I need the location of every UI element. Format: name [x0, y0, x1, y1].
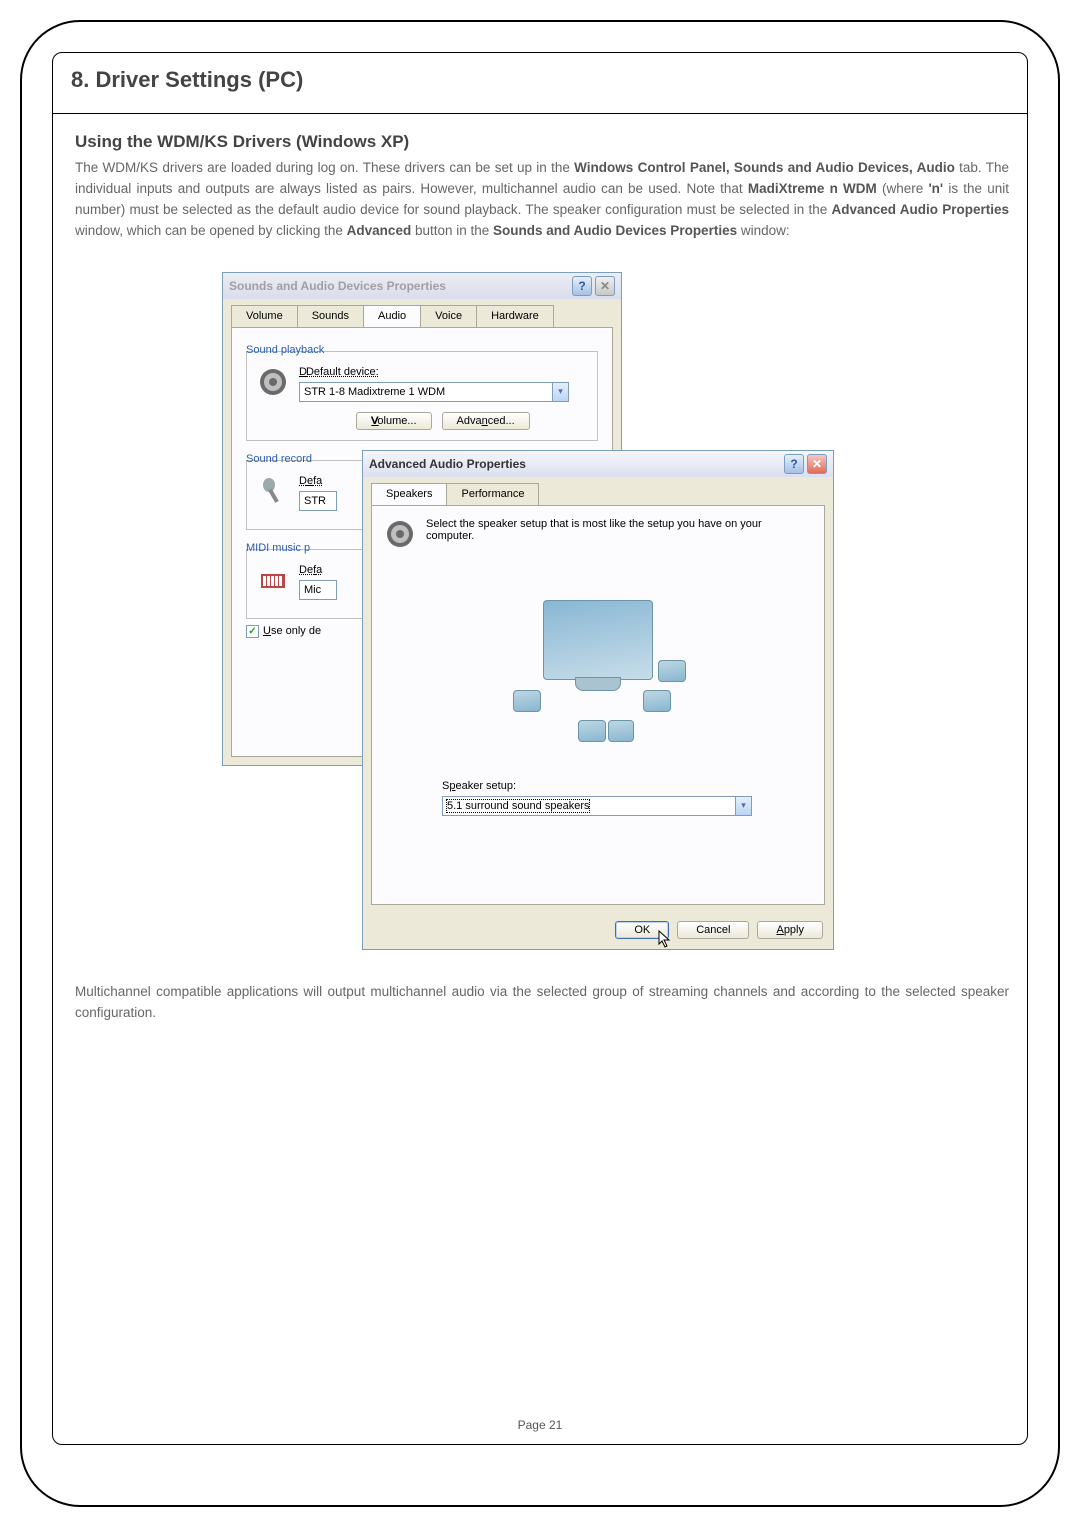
speaker-icon — [658, 660, 686, 682]
para1-text: (where — [882, 181, 928, 196]
tab-hardware[interactable]: Hardware — [476, 305, 554, 327]
midi-device-value: Mic — [304, 584, 321, 596]
monitor-icon — [543, 600, 653, 680]
speaker-icon — [384, 518, 416, 550]
close-button[interactable]: ✕ — [807, 454, 827, 474]
para1-text: window: — [741, 223, 790, 238]
playback-device-dropdown[interactable]: STR 1-8 Madixtreme 1 WDM ▾ — [299, 382, 569, 402]
tab-performance[interactable]: Performance — [446, 483, 539, 505]
para1-bold3: 'n' — [928, 181, 943, 196]
section-heading: 8. Driver Settings (PC) — [71, 67, 1009, 93]
para1-bold1: Windows Control Panel, Sounds and Audio … — [574, 160, 955, 175]
speaker-setup-label: Speaker setup: — [442, 780, 812, 792]
tab-voice[interactable]: Voice — [420, 305, 477, 327]
tabstrip: Volume Sounds Audio Voice Hardware — [223, 299, 621, 327]
chevron-down-icon: ▾ — [552, 383, 568, 401]
sound-playback-group: DDefault device: STR 1-8 Madixtreme 1 WD… — [246, 351, 598, 441]
paragraph-2: Multichannel compatible applications wil… — [75, 982, 1009, 1024]
dialog-advanced-audio-properties: Advanced Audio Properties ? ✕ Speakers P… — [362, 450, 834, 950]
document-body: Using the WDM/KS Drivers (Windows XP) Th… — [53, 114, 1027, 1042]
tab-panel-speakers: Select the speaker setup that is most li… — [371, 505, 825, 905]
ok-button[interactable]: OK — [615, 921, 669, 939]
volume-btn-text: Volume... — [371, 415, 417, 427]
cancel-button[interactable]: Cancel — [677, 921, 749, 939]
default-device-text: Default device: — [306, 366, 379, 378]
titlebar[interactable]: Advanced Audio Properties ? ✕ — [363, 451, 833, 477]
ok-button-label: OK — [634, 924, 650, 936]
speaker-icon — [513, 690, 541, 712]
advanced-button[interactable]: Advanced... — [442, 412, 530, 430]
para1-text: button in the — [415, 223, 493, 238]
microphone-icon — [257, 475, 289, 507]
tab-volume[interactable]: Volume — [231, 305, 298, 327]
midi-icon — [257, 564, 289, 596]
help-button[interactable]: ? — [784, 454, 804, 474]
speaker-setup-value: 5.1 surround sound speakers — [447, 800, 589, 812]
record-device-dropdown[interactable]: STR — [299, 491, 337, 511]
playback-device-value: STR 1-8 Madixtreme 1 WDM — [304, 386, 445, 398]
help-button[interactable]: ? — [572, 276, 592, 296]
para1-bold2: MadiXtreme n WDM — [748, 181, 877, 196]
chevron-down-icon: ▾ — [735, 797, 751, 815]
screenshot-composite: Sounds and Audio Devices Properties ? ✕ … — [222, 272, 862, 942]
section-heading-bar: 8. Driver Settings (PC) — [53, 53, 1027, 114]
page-number: 21 — [549, 1418, 562, 1432]
tab-sounds[interactable]: Sounds — [297, 305, 364, 327]
title-text: Advanced Audio Properties — [369, 457, 526, 471]
tab-audio[interactable]: Audio — [363, 305, 421, 327]
apply-button[interactable]: Apply — [757, 921, 823, 939]
speaker-icon — [608, 720, 634, 742]
volume-button[interactable]: VVolume... — [356, 412, 431, 430]
speaker-icon — [578, 720, 606, 742]
para1-bold6: Sounds and Audio Devices Properties — [493, 223, 737, 238]
paragraph-1: The WDM/KS drivers are loaded during log… — [75, 158, 1009, 242]
speaker-icon — [257, 366, 289, 398]
hint-text: Select the speaker setup that is most li… — [426, 518, 812, 542]
para1-text: The WDM/KS drivers are loaded during log… — [75, 160, 574, 175]
tabstrip: Speakers Performance — [363, 477, 833, 505]
midi-device-dropdown[interactable]: Mic — [299, 580, 337, 600]
page-label: Page — [518, 1418, 546, 1432]
record-device-value: STR — [304, 495, 326, 507]
para1-bold4: Advanced Audio Properties — [832, 202, 1009, 217]
speaker-setup-illustration — [503, 590, 693, 750]
dialog-button-row: OK Cancel Apply — [363, 913, 833, 949]
checkbox-checked-icon: ✓ — [246, 625, 259, 638]
cursor-icon — [658, 930, 672, 948]
titlebar[interactable]: Sounds and Audio Devices Properties ? ✕ — [223, 273, 621, 299]
para1-text: window, which can be opened by clicking … — [75, 223, 347, 238]
default-device-label: DDefault device: — [299, 366, 587, 378]
para1-bold5: Advanced — [347, 223, 412, 238]
speaker-icon — [643, 690, 671, 712]
title-text: Sounds and Audio Devices Properties — [229, 279, 446, 293]
speaker-setup-dropdown[interactable]: 5.1 surround sound speakers ▾ — [442, 796, 752, 816]
close-button[interactable]: ✕ — [595, 276, 615, 296]
tab-speakers[interactable]: Speakers — [371, 483, 447, 505]
sub-heading: Using the WDM/KS Drivers (Windows XP) — [75, 132, 1009, 152]
page-footer: Page 21 — [53, 1418, 1027, 1432]
